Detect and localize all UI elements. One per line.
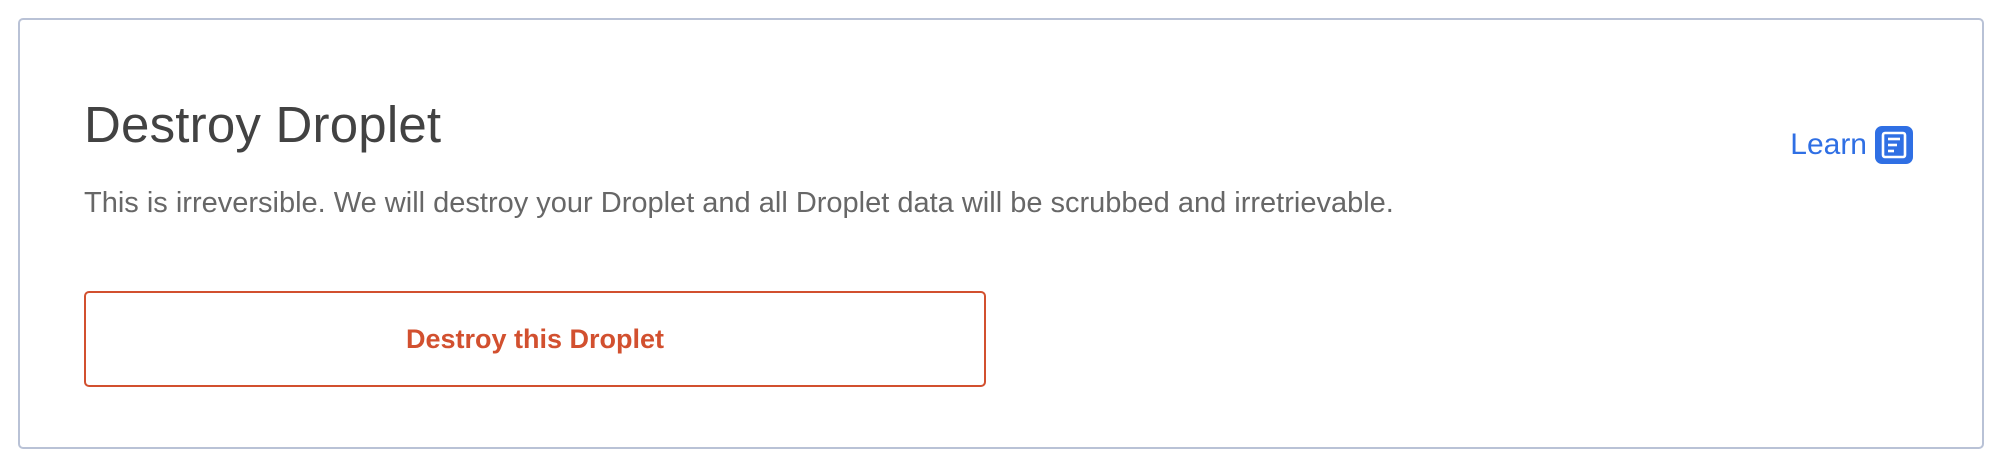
section-description: This is irreversible. We will destroy yo…	[84, 187, 1394, 219]
destroy-droplet-button[interactable]: Destroy this Droplet	[84, 291, 986, 387]
learn-link-label: Learn	[1790, 128, 1867, 161]
learn-link[interactable]: Learn	[1790, 126, 1913, 164]
document-icon	[1875, 126, 1913, 164]
destroy-droplet-panel: Destroy Droplet Learn This is irreversib…	[18, 18, 1984, 449]
section-title: Destroy Droplet	[84, 96, 442, 153]
